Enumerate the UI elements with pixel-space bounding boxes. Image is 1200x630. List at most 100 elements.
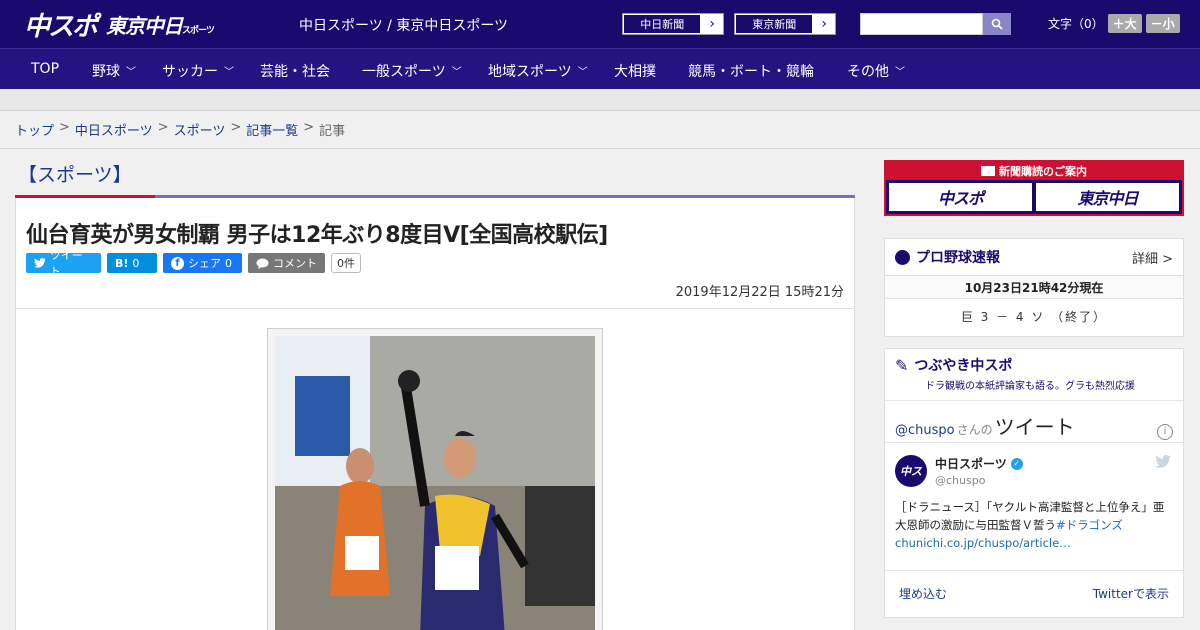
hashtag-link[interactable]: #ドラゴンズ	[1056, 518, 1123, 532]
newspaper-icon	[981, 166, 995, 176]
promo-title: 新聞購読のご案内	[999, 165, 1087, 178]
nav-label: 競馬・ボート・競輪	[688, 64, 814, 80]
breadcrumb-separator: >	[157, 120, 169, 135]
game-score[interactable]: 巨 3 － 4 ソ （終了）	[885, 299, 1183, 335]
nav-item-baseball[interactable]: 野球 ﹀	[92, 61, 136, 81]
tweet-widget-footer: 埋め込む Twitterで表示	[885, 570, 1183, 615]
tokyo-chunichi-logo[interactable]: 東京中日スポーツ	[106, 10, 215, 39]
nav-item-general-sports[interactable]: 一般スポーツ ﹀	[362, 61, 462, 81]
nav-item-entertainment[interactable]: 芸能・社会	[260, 61, 330, 81]
facebook-share-label: シェア	[188, 257, 221, 270]
nav-item-racing[interactable]: 競馬・ボート・競輪	[688, 61, 814, 81]
twitter-bird-icon[interactable]	[1155, 454, 1171, 472]
nav-item-sumo[interactable]: 大相撲	[614, 61, 656, 81]
handle-suffix: さんの	[956, 423, 993, 437]
breadcrumb-separator: >	[230, 120, 242, 135]
search-icon	[991, 18, 1003, 30]
chevron-right-icon: ›	[821, 16, 828, 32]
timeline-title: ツイート	[994, 415, 1075, 439]
section-label: 【スポーツ】	[18, 164, 132, 186]
breadcrumb: トップ > 中日スポーツ > スポーツ > 記事一覧 > 記事	[15, 120, 345, 139]
nav-item-local-sports[interactable]: 地域スポーツ ﹀	[488, 61, 588, 81]
article-top-border	[15, 195, 855, 198]
article-date: 2019年12月22日 15時21分	[675, 285, 844, 300]
breadcrumb-current: 記事	[319, 124, 346, 139]
tweet-url-link[interactable]: chunichi.co.jp/chuspo/article…	[895, 536, 1071, 550]
tweet-widget: ✎ つぶやき中スポ ドラ観戦の本紙評論家も語る。グラも熱烈応援 @chuspo …	[884, 348, 1184, 618]
hatena-bookmark-button[interactable]: B! 0	[107, 253, 157, 273]
nav-label: TOP	[31, 61, 60, 77]
widget-subtitle: ドラ観戦の本紙評論家も語る。グラも熱烈応援	[925, 381, 1135, 392]
twitter-timeline-header: @chuspo さんの ツイート i	[885, 400, 1183, 442]
baseball-details-link[interactable]: 詳細 >	[1132, 248, 1173, 267]
search-button[interactable]	[983, 13, 1011, 35]
font-size-increase-button[interactable]: ＋大	[1107, 14, 1142, 33]
nav-label: 大相撲	[614, 64, 656, 80]
nav-item-soccer[interactable]: サッカー ﹀	[162, 61, 234, 81]
nav-label: サッカー	[162, 64, 218, 80]
nav-item-other[interactable]: その他 ﹀	[847, 61, 905, 81]
verified-badge-icon: ✓	[1010, 457, 1023, 470]
tweet-body: ［ドラニュース］「ヤクルト高津監督と上位争え」亜大恩師の激励に与田監督Ｖ誓う	[895, 500, 1165, 532]
facebook-share-button[interactable]: f シェア 0	[163, 253, 242, 273]
widget-header: プロ野球速報 詳細 >	[885, 239, 1183, 275]
promo-logo-tokyo-chunichi: 東京中日	[1036, 183, 1179, 211]
tweet-item[interactable]: 中ス 中日スポーツ ✓ @chuspo ［ドラニュース］「ヤクルト高津監督と上位…	[885, 442, 1183, 570]
main-nav: TOP 野球 ﹀ サッカー ﹀ 芸能・社会 一般スポーツ ﹀ 地域スポーツ ﹀ 大相撲 …	[0, 48, 1200, 89]
promo-logos: 中スポ 東京中日	[886, 180, 1182, 214]
font-size-control: 文字（0） ＋大 －小	[1048, 14, 1180, 33]
facebook-icon: f	[171, 256, 184, 270]
baseball-icon	[895, 249, 910, 265]
info-icon[interactable]: i	[1157, 423, 1173, 440]
twitter-bird-icon	[34, 258, 46, 268]
chevron-down-icon: ﹀	[126, 66, 136, 78]
chuspo-logo[interactable]: 中スポ	[24, 6, 98, 43]
view-on-twitter-link[interactable]: Twitterで表示	[1093, 585, 1169, 602]
breadcrumb-link[interactable]: 中日スポーツ	[75, 120, 153, 139]
nav-label: 一般スポーツ	[362, 64, 446, 80]
tweet-author[interactable]: 中日スポーツ ✓	[935, 455, 1023, 472]
embed-link[interactable]: 埋め込む	[899, 585, 947, 602]
paper-link-label: 東京新聞	[735, 14, 814, 34]
baseball-timestamp: 10月23日21時42分現在	[885, 275, 1183, 299]
runners-photo-illustration	[275, 336, 595, 630]
widget-title: つぶやき中スポ	[914, 358, 1013, 374]
font-size-label: 文字（0）	[1048, 17, 1104, 31]
twitter-handle-link[interactable]: @chuspo	[895, 423, 955, 438]
site-logo[interactable]: 中スポ 東京中日スポーツ	[24, 6, 215, 43]
nav-label: 地域スポーツ	[488, 64, 572, 80]
nav-label: 野球	[92, 64, 120, 80]
breadcrumb-link[interactable]: トップ	[15, 120, 54, 139]
megaphone-icon: ✎	[895, 355, 909, 375]
article-photo[interactable]	[275, 336, 595, 630]
breadcrumb-link[interactable]: スポーツ	[174, 120, 226, 139]
chevron-down-icon: ﹀	[451, 66, 462, 78]
search-input[interactable]	[860, 13, 983, 35]
avatar[interactable]: 中ス	[895, 455, 927, 487]
nav-item-top[interactable]: TOP	[31, 61, 59, 77]
promo-header: 新聞購読のご案内	[886, 162, 1182, 180]
divider	[0, 148, 1200, 149]
chevron-down-icon: ﹀	[224, 66, 234, 78]
pro-baseball-widget: プロ野球速報 詳細 > 10月23日21時42分現在 巨 3 － 4 ソ （終了…	[884, 238, 1184, 337]
tweet-author-handle[interactable]: @chuspo	[935, 474, 985, 487]
breadcrumb-separator: >	[303, 120, 315, 135]
tweet-author-name: 中日スポーツ	[935, 457, 1007, 471]
tweet-button[interactable]: ツイート	[26, 249, 101, 278]
font-size-decrease-button[interactable]: －小	[1145, 14, 1180, 33]
breadcrumb-link[interactable]: 記事一覧	[246, 120, 298, 139]
speech-bubble-icon	[256, 258, 269, 269]
comment-count: 0件	[331, 253, 361, 273]
tokyo-shimbun-link[interactable]: 東京新聞 ›	[734, 13, 836, 35]
paper-link-label: 中日新聞	[623, 14, 702, 34]
tweet-text: ［ドラニュース］「ヤクルト高津監督と上位争え」亜大恩師の激励に与田監督Ｖ誓う#ド…	[895, 498, 1175, 552]
subscription-banner[interactable]: 新聞購読のご案内 中スポ 東京中日	[884, 160, 1184, 216]
tweet-label: ツイート	[49, 249, 83, 278]
chunichi-shimbun-link[interactable]: 中日新聞 ›	[622, 13, 724, 35]
comment-button[interactable]: コメント	[248, 253, 325, 273]
chevron-down-icon: ﹀	[895, 66, 905, 78]
nav-label: 芸能・社会	[260, 64, 330, 80]
hatena-icon: B!	[115, 256, 129, 270]
chevron-down-icon: ﹀	[577, 66, 588, 78]
article-headline: 仙台育英が男女制覇 男子は12年ぶり8度目V[全国高校駅伝]	[26, 223, 608, 248]
